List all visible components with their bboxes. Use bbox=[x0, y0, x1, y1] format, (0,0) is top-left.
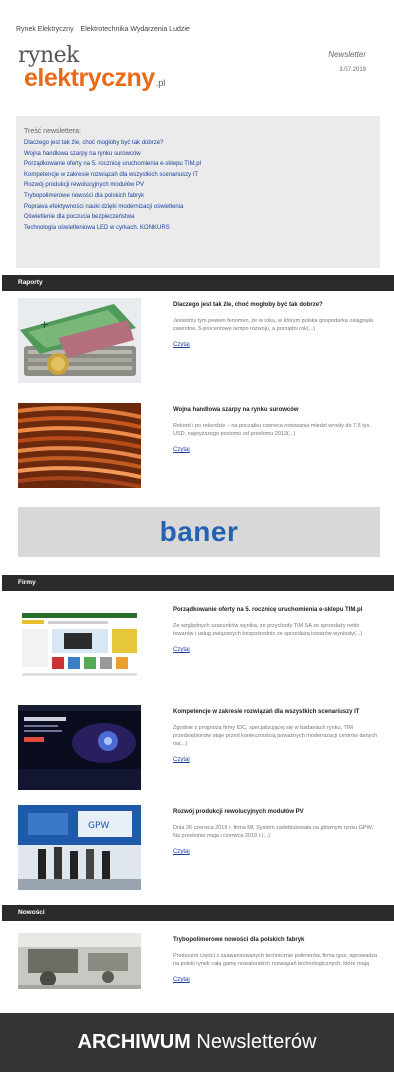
article-item: Trybopolimerowe nowości dla polskich fab… bbox=[18, 933, 380, 989]
archive-label-rest: Newsletterów bbox=[190, 1031, 317, 1053]
newsletter-label: Newsletter bbox=[328, 50, 366, 59]
archive-label-bold: ARCHIWUM bbox=[77, 1031, 191, 1053]
article-body: Rozwój produkcji rewolucyjnych modułów P… bbox=[173, 805, 378, 858]
nav-link-elektrotechnika[interactable]: Elektrotechnika Wydarzenia Ludzie bbox=[81, 26, 190, 33]
article-body: Kompetencje w zakresie rozwiązań dla wsz… bbox=[173, 705, 378, 766]
toc-link[interactable]: Wojna handlowa szarpy na rynku surowców bbox=[24, 149, 372, 160]
svg-text:+: + bbox=[40, 318, 49, 331]
read-more-link[interactable]: Czytaj bbox=[173, 647, 190, 653]
toc-link[interactable]: Oświetlenie dla poczucia bezpieczeństwa bbox=[24, 212, 372, 223]
toc-box: Treść newslettera: Dlaczego jest tak źle… bbox=[16, 116, 380, 268]
article-title[interactable]: Wojna handlowa szarpy na rynku surowców bbox=[173, 403, 378, 418]
read-more-link[interactable]: Czytaj bbox=[173, 342, 190, 348]
article-body: Wojna handlowa szarpy na rynku surowców … bbox=[173, 403, 378, 456]
newsletter-date: 3.07.2019 bbox=[339, 67, 366, 73]
section-bar-firmy: Firmy bbox=[2, 575, 394, 591]
article-body: Dlaczego jest tak źle, choć mogłoby być … bbox=[173, 298, 378, 351]
toc-link[interactable]: Porządkowanie oferty na 5. rocznicę uruc… bbox=[24, 159, 372, 170]
toc-heading: Treść newslettera: bbox=[24, 128, 81, 135]
stock-exchange-photo-thumbnail[interactable]: GPW bbox=[18, 805, 141, 890]
toc-link[interactable]: Rozwój produkcji rewolucyjnych modułów P… bbox=[24, 180, 372, 191]
toc-link[interactable]: Technologia oświetleniowa LED w cyrkach.… bbox=[24, 223, 372, 234]
toc-link[interactable]: Dlaczego jest tak źle, choć mogłoby być … bbox=[24, 138, 372, 149]
read-more-link[interactable]: Czytaj bbox=[173, 849, 190, 855]
article-description: Dnia 26 czerwca 2019 r. firma ML System … bbox=[173, 825, 374, 839]
logo-text-rynek: rynek bbox=[18, 43, 79, 68]
article-item: Kompetencje w zakresie rozwiązań dla wsz… bbox=[18, 705, 380, 795]
banner-text: baner bbox=[159, 516, 239, 547]
svg-text:GPW: GPW bbox=[88, 821, 109, 831]
datacenter-screenshot-thumbnail[interactable] bbox=[18, 705, 141, 790]
toc-link[interactable]: Kompetencje w zakresie rozwiązań dla wsz… bbox=[24, 170, 372, 181]
nav-link-rynek[interactable]: Rynek Elektryczny bbox=[16, 26, 74, 33]
article-description: Ze względnych szacunków wynika, że przyc… bbox=[173, 623, 363, 637]
article-body: Porządkowanie oferty na 5. rocznicę uruc… bbox=[173, 603, 378, 656]
article-title[interactable]: Porządkowanie oferty na 5. rocznicę uruc… bbox=[173, 603, 378, 618]
logo-text-pl: .pl bbox=[155, 78, 166, 88]
website-screenshot-thumbnail[interactable] bbox=[18, 603, 141, 688]
section-bar-raporty: Raporty bbox=[2, 275, 394, 291]
toc-link[interactable]: Trybopolimerowe nowości dla polskich fab… bbox=[24, 191, 372, 202]
ad-banner[interactable]: baner bbox=[18, 507, 380, 557]
money-thumbnail[interactable]: + bbox=[18, 298, 141, 383]
toc-link[interactable]: Poprawa efektywności nauki dzięki modern… bbox=[24, 202, 372, 213]
article-description: Zgodnie z prognozą firmy IDC, specjalizu… bbox=[173, 725, 378, 747]
article-title[interactable]: Trybopolimerowe nowości dla polskich fab… bbox=[173, 933, 378, 948]
factory-photo-thumbnail[interactable] bbox=[18, 933, 141, 989]
article-item: Porządkowanie oferty na 5. rocznicę uruc… bbox=[18, 603, 380, 693]
archive-button[interactable]: ARCHIWUM Newsletterów bbox=[0, 1013, 394, 1072]
article-description: Jesteśmy tym pewien fenomen, że w roku, … bbox=[173, 318, 373, 332]
read-more-link[interactable]: Czytaj bbox=[173, 757, 190, 763]
top-nav: Rynek Elektryczny Elektrotechnika Wydarz… bbox=[16, 26, 195, 33]
copper-wire-thumbnail[interactable] bbox=[18, 403, 141, 488]
read-more-link[interactable]: Czytaj bbox=[173, 977, 190, 983]
logo[interactable]: rynek elektryczny.pl bbox=[18, 43, 166, 92]
article-body: Trybopolimerowe nowości dla polskich fab… bbox=[173, 933, 378, 986]
read-more-link[interactable]: Czytaj bbox=[173, 447, 190, 453]
section-bar-nowosci: Nowości bbox=[2, 905, 394, 921]
article-title[interactable]: Kompetencje w zakresie rozwiązań dla wsz… bbox=[173, 705, 378, 720]
article-description: Rekord i po rekordzie – na początku czer… bbox=[173, 423, 371, 437]
article-item: Wojna handlowa szarpy na rynku surowców … bbox=[18, 403, 380, 493]
logo-text-elektryczny: elektryczny bbox=[24, 64, 155, 92]
article-title[interactable]: Dlaczego jest tak źle, choć mogłoby być … bbox=[173, 298, 378, 313]
article-description: Producent części z zaawansowanych techni… bbox=[173, 953, 378, 967]
article-item: + Dlaczego jest tak źle, choć mogłoby by… bbox=[18, 298, 380, 388]
article-item: GPW Rozwój produkcji rewolucyjnych moduł… bbox=[18, 805, 380, 895]
article-title[interactable]: Rozwój produkcji rewolucyjnych modułów P… bbox=[173, 805, 378, 820]
